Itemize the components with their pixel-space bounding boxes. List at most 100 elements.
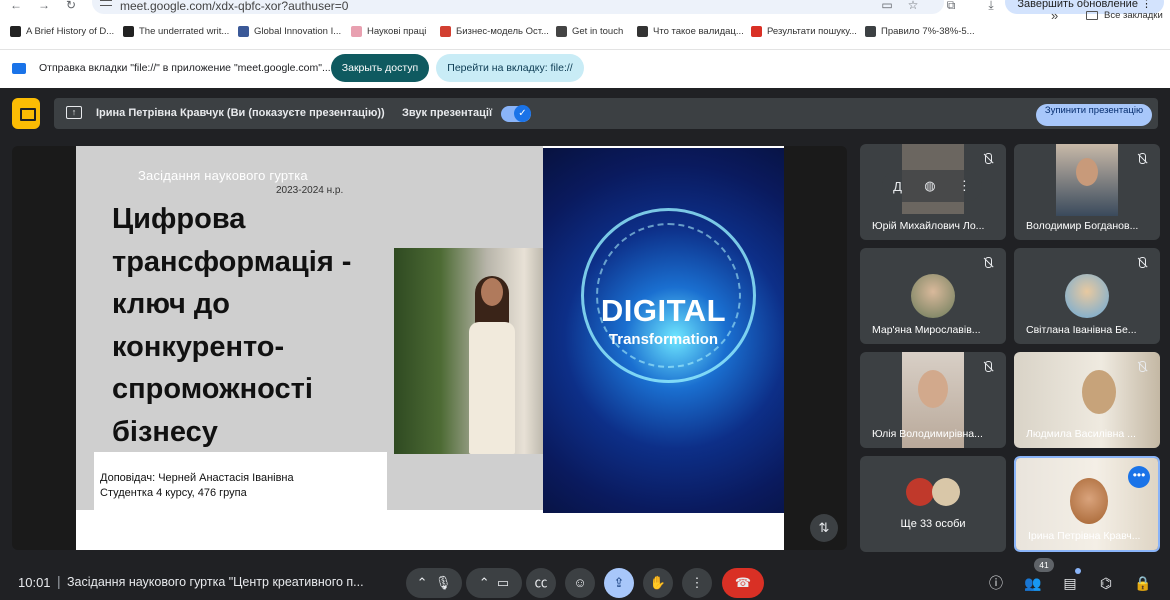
bookmark-item[interactable]: A Brief History of D... <box>10 26 114 37</box>
more-options-icon[interactable]: ⋮ <box>958 178 971 194</box>
emoji-icon: ☺ <box>573 575 587 590</box>
captions-button[interactable]: ㏄ <box>526 568 556 598</box>
mic-off-icon <box>1134 255 1150 271</box>
slide-title: Цифрова трансформація - ключ до конкурен… <box>112 203 352 448</box>
participant-tile[interactable]: Юлія Володимирівна... <box>860 352 1006 448</box>
meeting-clock: 10:01 <box>18 575 51 590</box>
mic-off-icon <box>980 255 996 271</box>
download-icon[interactable]: ⤓ <box>984 0 998 12</box>
share-screen-icon: ↑ <box>66 106 82 119</box>
presentation-sound-toggle[interactable] <box>501 105 531 122</box>
swap-layout-button[interactable]: ⇅ <box>810 514 838 542</box>
self-view-tile[interactable]: ••• Ірина Петрівна Кравч... <box>1014 456 1160 552</box>
favicon-icon <box>556 26 567 37</box>
more-options-button[interactable]: ••• <box>1128 466 1150 488</box>
participant-tile[interactable]: Людмила Василівна ... <box>1014 352 1160 448</box>
bookmark-label: The underrated writ... <box>139 26 230 37</box>
bookmark-label: Правило 7%-38%-5... <box>881 26 975 37</box>
favicon-icon <box>751 26 762 37</box>
speaker-name: Доповідач: Черней Анастасія Іванівна <box>100 472 294 484</box>
avatar <box>932 478 960 506</box>
go-to-tab-button[interactable]: Перейти на вкладку: file:// <box>436 54 584 82</box>
back-icon[interactable]: ← <box>10 0 22 11</box>
bookmark-item[interactable]: Наукові праці <box>351 26 426 37</box>
leave-call-button[interactable]: ☎ <box>722 568 764 598</box>
raise-hand-button[interactable]: ✋ <box>643 568 673 598</box>
bookmarks-overflow-button[interactable]: » <box>1051 8 1058 23</box>
avatar <box>911 274 955 318</box>
mute-participant-icon[interactable]: ◍ <box>924 178 935 194</box>
avatar <box>1065 274 1109 318</box>
presentation-stage: Засідання наукового гуртка 2023-2024 н.р… <box>12 146 847 550</box>
reload-icon[interactable]: ↻ <box>66 0 76 11</box>
participant-tile[interactable]: Володимир Богданов... <box>1014 144 1160 240</box>
camera-icon[interactable]: ▭ <box>880 0 894 12</box>
self-name: Ірина Петрівна Кравч... <box>1028 530 1141 542</box>
close-access-button[interactable]: Закрыть доступ <box>331 54 429 82</box>
stop-presenting-button[interactable]: Зупинити презентацію <box>1036 104 1152 126</box>
tab-sharing-infobar: Отправка вкладки "file://" в приложение … <box>0 50 1170 88</box>
bookmark-item[interactable]: Get in touch <box>556 26 623 37</box>
meet-window: ↑ Ірина Петрівна Кравчук (Ви (показуєте … <box>0 88 1170 600</box>
favicon-icon <box>123 26 134 37</box>
meeting-info-icon[interactable]: ⓘ <box>986 573 1006 593</box>
more-options-button[interactable]: ⋮ <box>682 568 712 598</box>
bookmark-item[interactable]: Global Innovation I... <box>238 26 341 37</box>
mic-control[interactable]: ⌃ 🎙 <box>406 568 462 598</box>
bookmark-star-icon[interactable]: ☆ <box>906 0 920 12</box>
all-bookmarks-button[interactable]: Все закладки <box>1086 10 1163 21</box>
slide-year: 2023-2024 н.р. <box>276 185 344 196</box>
favicon-icon <box>351 26 362 37</box>
bookmark-item[interactable]: The underrated writ... <box>123 26 229 37</box>
forward-icon[interactable]: → <box>38 0 50 11</box>
meeting-title: Засідання наукового гуртка "Центр креати… <box>67 575 364 589</box>
reactions-button[interactable]: ☺ <box>565 568 595 598</box>
hand-icon: ✋ <box>649 575 667 590</box>
chevron-up-icon[interactable]: ⌃ <box>479 575 490 590</box>
url-field[interactable]: meet.google.com/xdx-qbfc-xor?authuser=0 <box>92 0 944 14</box>
separator: | <box>57 573 61 589</box>
presentation-slide: Засідання наукового гуртка 2023-2024 н.р… <box>76 146 784 550</box>
participant-tile[interactable]: Д ◍ ⋮ Юрій Михайлович Ло... <box>860 144 1006 240</box>
camera-control[interactable]: ⌃ ▭ <box>466 568 522 598</box>
more-participants-tile[interactable]: Ще 33 особи <box>860 456 1006 552</box>
favicon-icon <box>865 26 876 37</box>
mic-off-icon <box>980 151 996 167</box>
cast-tab-icon <box>12 63 26 74</box>
tile-controls: Д ◍ ⋮ <box>882 170 982 202</box>
microphone-icon[interactable]: 🎙 <box>435 575 452 590</box>
meeting-controls-bar: 10:01 | Засідання наукового гуртка "Цент… <box>0 558 1170 600</box>
chat-icon[interactable]: ▤ <box>1060 573 1080 593</box>
site-settings-icon[interactable] <box>100 0 112 6</box>
favicon-icon <box>10 26 21 37</box>
digital-word: DIGITAL <box>600 293 727 328</box>
host-controls-icon[interactable]: 🔒 <box>1133 573 1153 593</box>
activities-icon[interactable]: ⌬ <box>1096 573 1116 593</box>
camera-icon[interactable]: ▭ <box>497 575 509 590</box>
bookmark-item[interactable]: Что такое валидац... <box>637 26 744 37</box>
people-icon[interactable]: 👥 <box>1023 573 1043 593</box>
presenter-text: Ірина Петрівна Кравчук (Ви (показуєте пр… <box>96 107 385 119</box>
chevron-up-icon[interactable]: ⌃ <box>417 575 428 590</box>
mic-off-icon <box>980 359 996 375</box>
slide-header: Засідання наукового гуртка <box>138 168 308 183</box>
mic-off-icon <box>1134 151 1150 167</box>
bookmark-item[interactable]: Бизнес-модель Ост... <box>440 26 549 37</box>
participant-tile[interactable]: Мар'яна Мирославів... <box>860 248 1006 344</box>
bookmark-label: Результати пошуку... <box>767 26 857 37</box>
bookmark-label: Get in touch <box>572 26 624 37</box>
present-screen-icon: ⇪ <box>613 575 625 590</box>
url-text: meet.google.com/xdx-qbfc-xor?authuser=0 <box>120 0 349 13</box>
bookmark-label: Что такое валидац... <box>653 26 744 37</box>
bookmark-item[interactable]: Результати пошуку... <box>751 26 857 37</box>
participant-tile[interactable]: Світлана Іванівна Бе... <box>1014 248 1160 344</box>
participant-name: Володимир Богданов... <box>1026 220 1139 232</box>
avatar <box>906 478 934 506</box>
present-button[interactable]: ⇪ <box>604 568 634 598</box>
end-call-icon: ☎ <box>734 575 752 590</box>
presentation-icon[interactable] <box>12 98 40 129</box>
address-bar-row: ← → ↻ meet.google.com/xdx-qbfc-xor?authu… <box>0 0 1170 16</box>
bookmark-item[interactable]: Правило 7%-38%-5... <box>865 26 975 37</box>
extensions-icon[interactable]: ⧉ <box>944 0 958 12</box>
pin-icon[interactable]: Д <box>893 179 902 194</box>
